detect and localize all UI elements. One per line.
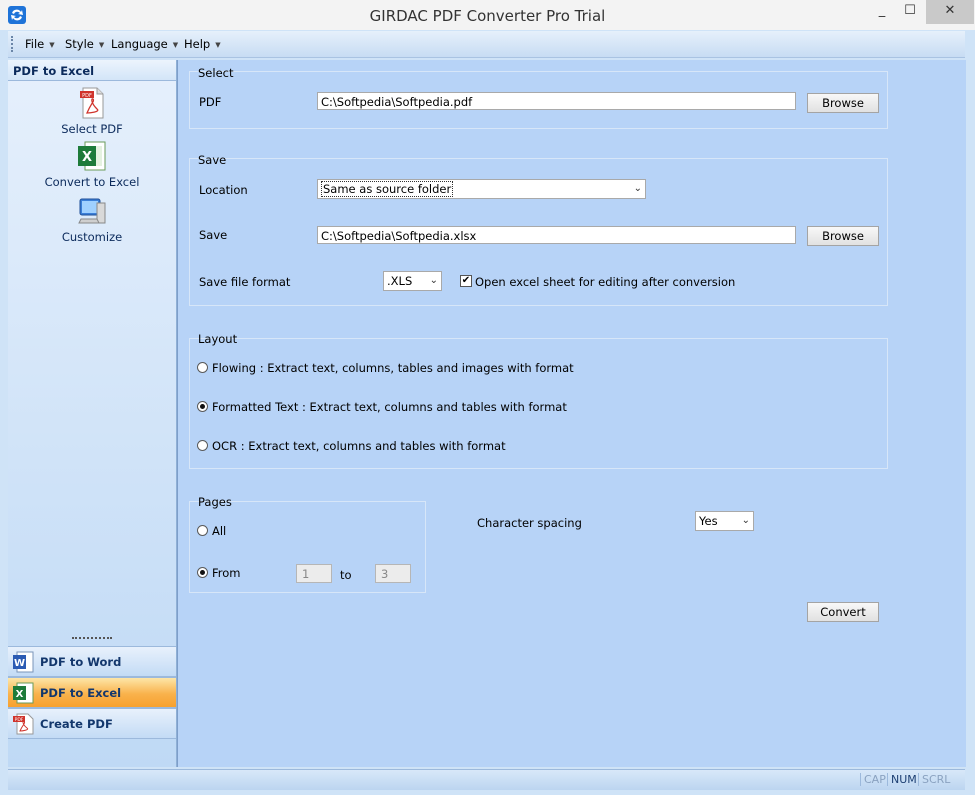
layout-formatted-label: Formatted Text : Extract text, columns a… [212,400,567,414]
sidebar: PDF to Excel PDF Select PDF X Convert to… [8,60,177,767]
layout-ocr-label: OCR : Extract text, columns and tables w… [212,439,506,453]
sidebar-header: PDF to Excel [8,60,176,81]
browse-pdf-button[interactable]: Browse [807,93,879,113]
nav-pdf-to-excel-label: PDF to Excel [40,686,122,700]
toolbar-grip[interactable] [11,36,16,52]
nav-create-pdf[interactable]: PDF Create PDF [8,708,176,739]
nav-pdf-to-word-label: PDF to Word [40,655,122,669]
layout-group-title: Layout [198,332,238,346]
pages-to-input[interactable]: 3 [375,564,411,583]
pages-all-label: All [212,524,227,538]
pdf-path-input[interactable]: C:\Softpedia\Softpedia.pdf [317,92,796,110]
nav-pdf-to-word[interactable]: W PDF to Word [8,646,176,677]
maximize-button[interactable]: ☐ [896,0,924,24]
splitter-grip [72,637,112,642]
pdf-document-icon: PDF [80,87,104,119]
pdf-label: PDF [199,95,222,109]
menu-style-label: Style [65,37,94,51]
character-spacing-label: Character spacing [477,516,582,530]
chevron-down-icon: ▼ [49,41,55,49]
menu-language[interactable]: Language ▼ [111,37,178,51]
layout-flowing-radio[interactable] [197,362,208,373]
select-pdf-label: Select PDF [61,122,123,136]
customize-label: Customize [61,230,123,244]
title-bar: GIRDAC PDF Converter Pro Trial _ ☐ ✕ [0,0,975,30]
save-group-title: Save [198,153,227,167]
pdf-icon: PDF [13,713,34,735]
minimize-button[interactable]: _ [868,0,896,24]
location-label: Location [199,183,248,197]
chevron-down-icon: ▼ [215,41,221,49]
select-pdf-tool[interactable]: PDF Select PDF [8,87,176,136]
pages-all-radio[interactable] [197,525,208,536]
close-button[interactable]: ✕ [926,0,974,24]
svg-text:PDF: PDF [15,717,24,723]
layout-formatted-radio[interactable] [197,401,208,412]
convert-button[interactable]: Convert [807,602,879,622]
excel-icon: X [13,682,34,704]
save-format-label: Save file format [199,275,291,289]
customize-tool[interactable]: Customize [8,195,176,244]
character-spacing-select[interactable]: Yes ⌄ [695,511,754,531]
svg-text:W: W [14,658,25,669]
browse-save-button[interactable]: Browse [807,226,879,246]
status-bar: CAP NUM SCRL [8,769,965,790]
open-excel-checkbox-label: Open excel sheet for editing after conve… [475,275,736,289]
chevron-down-icon: ▼ [172,41,179,49]
menu-file[interactable]: File ▼ [25,37,55,51]
window-title: GIRDAC PDF Converter Pro Trial [369,7,606,25]
open-excel-checkbox[interactable]: ✔ [460,275,472,287]
nav-pdf-to-excel[interactable]: X PDF to Excel [8,677,176,708]
save-format-select[interactable]: .XLS ⌄ [383,271,442,291]
save-label: Save [199,228,228,242]
word-icon: W [13,651,34,673]
menu-bar: File ▼ Style ▼ Language ▼ Help ▼ [8,31,965,58]
pages-to-label: to [340,568,352,582]
status-cap: CAP [860,773,889,786]
excel-icon: X [78,141,106,171]
pages-from-label: From [212,566,241,580]
computer-icon [78,198,106,224]
character-spacing-value: Yes [699,514,718,528]
status-scrl: SCRL [918,773,953,786]
pages-from-input[interactable]: 1 [296,564,332,583]
chevron-down-icon: ⌄ [741,515,750,526]
menu-language-label: Language [111,37,168,51]
chevron-down-icon: ⌄ [429,275,438,286]
status-num: NUM [887,773,920,786]
convert-to-excel-tool[interactable]: X Convert to Excel [8,140,176,189]
nav-create-pdf-label: Create PDF [40,717,113,731]
pages-from-radio[interactable] [197,567,208,578]
select-group-title: Select [198,66,234,80]
convert-to-excel-label: Convert to Excel [44,175,140,189]
menu-file-label: File [25,37,45,51]
menu-help-label: Help [184,37,211,51]
menu-help[interactable]: Help ▼ [184,37,221,51]
chevron-down-icon: ▼ [98,41,105,49]
svg-text:X: X [82,150,92,165]
save-path-input[interactable]: C:\Softpedia\Softpedia.xlsx [317,226,796,244]
save-format-value: .XLS [387,274,413,288]
svg-text:X: X [16,689,24,700]
menu-style[interactable]: Style ▼ [65,37,104,51]
chevron-down-icon: ⌄ [633,183,642,194]
layout-flowing-label: Flowing : Extract text, columns, tables … [212,361,574,375]
main-panel: Select PDF C:\Softpedia\Softpedia.pdf Br… [177,60,966,767]
location-value: Same as source folder [321,181,454,197]
sidebar-title: PDF to Excel [13,64,95,78]
location-select[interactable]: Same as source folder ⌄ [317,179,646,199]
svg-text:PDF: PDF [82,93,92,99]
layout-ocr-radio[interactable] [197,440,208,451]
pages-group-title: Pages [198,495,232,509]
